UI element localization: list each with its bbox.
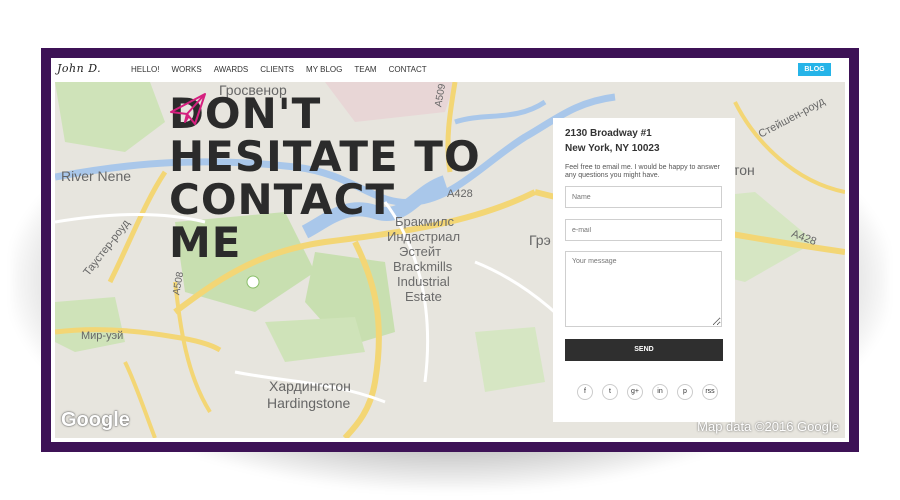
nav-item-awards[interactable]: AWARDS	[214, 65, 249, 74]
address-line-1: 2130 Broadway #1	[565, 128, 652, 139]
page-headline: DON'T HESITATE TO CONTACT ME	[169, 92, 509, 264]
headline-line: DON'T	[169, 89, 322, 138]
facebook-icon[interactable]: f	[577, 384, 593, 400]
map-park-area	[475, 327, 545, 392]
headline-line: CONTACT	[169, 175, 396, 224]
site-logo[interactable]: John D.	[57, 62, 101, 75]
map-label: тон	[733, 162, 755, 178]
main-menu: HELLO! WORKS AWARDS CLIENTS MY BLOG TEAM…	[131, 65, 439, 74]
nav-item-team[interactable]: TEAM	[354, 65, 376, 74]
google-logo: Google	[61, 409, 130, 431]
map-park-area	[55, 297, 125, 352]
nav-item-my-blog[interactable]: MY BLOG	[306, 65, 342, 74]
name-field[interactable]	[565, 186, 722, 208]
blog-button[interactable]: BLOG	[798, 63, 831, 76]
headline-last-line: ME	[169, 93, 509, 267]
social-links: f t g+ in p rss	[577, 384, 727, 400]
map-label: Грэ	[529, 232, 551, 248]
pinterest-icon[interactable]: p	[677, 384, 693, 400]
twitter-icon[interactable]: t	[602, 384, 618, 400]
headline-line: HESITATE TO	[169, 132, 481, 181]
rss-icon[interactable]: rss	[702, 384, 718, 400]
headline-line: ME	[169, 218, 242, 267]
map-poi-marker	[246, 275, 260, 289]
message-field[interactable]	[565, 251, 722, 327]
top-navigation: John D. HELLO! WORKS AWARDS CLIENTS MY B…	[51, 58, 849, 82]
contact-note: Feel free to email me. I would be happy …	[565, 164, 720, 179]
website-page: John D. HELLO! WORKS AWARDS CLIENTS MY B…	[51, 58, 849, 442]
nav-item-works[interactable]: WORKS	[171, 65, 201, 74]
email-field[interactable]	[565, 219, 722, 241]
map-label: Industrial	[397, 274, 450, 289]
map-park-area	[55, 82, 165, 152]
screenshot-frame: John D. HELLO! WORKS AWARDS CLIENTS MY B…	[41, 48, 859, 452]
address-line-2: New York, NY 10023	[565, 143, 660, 154]
map-park-area	[265, 317, 365, 362]
contact-form-card: 2130 Broadway #1 New York, NY 10023 Feel…	[553, 118, 735, 422]
map-label: Мир-уэй	[81, 330, 124, 342]
linkedin-icon[interactable]: in	[652, 384, 668, 400]
send-button[interactable]: SEND	[565, 339, 723, 361]
map-background[interactable]: Гросвенор River Nene A428 A509 Таустер-р…	[55, 82, 845, 438]
map-label: River Nene	[61, 168, 132, 184]
nav-item-clients[interactable]: CLIENTS	[260, 65, 294, 74]
map-label: Estate	[405, 289, 442, 304]
nav-item-hello[interactable]: HELLO!	[131, 65, 159, 74]
nav-item-contact[interactable]: CONTACT	[389, 65, 427, 74]
map-label: Хардингстон	[269, 378, 351, 394]
google-plus-icon[interactable]: g+	[627, 384, 643, 400]
map-label: Hardingstone	[267, 395, 351, 411]
